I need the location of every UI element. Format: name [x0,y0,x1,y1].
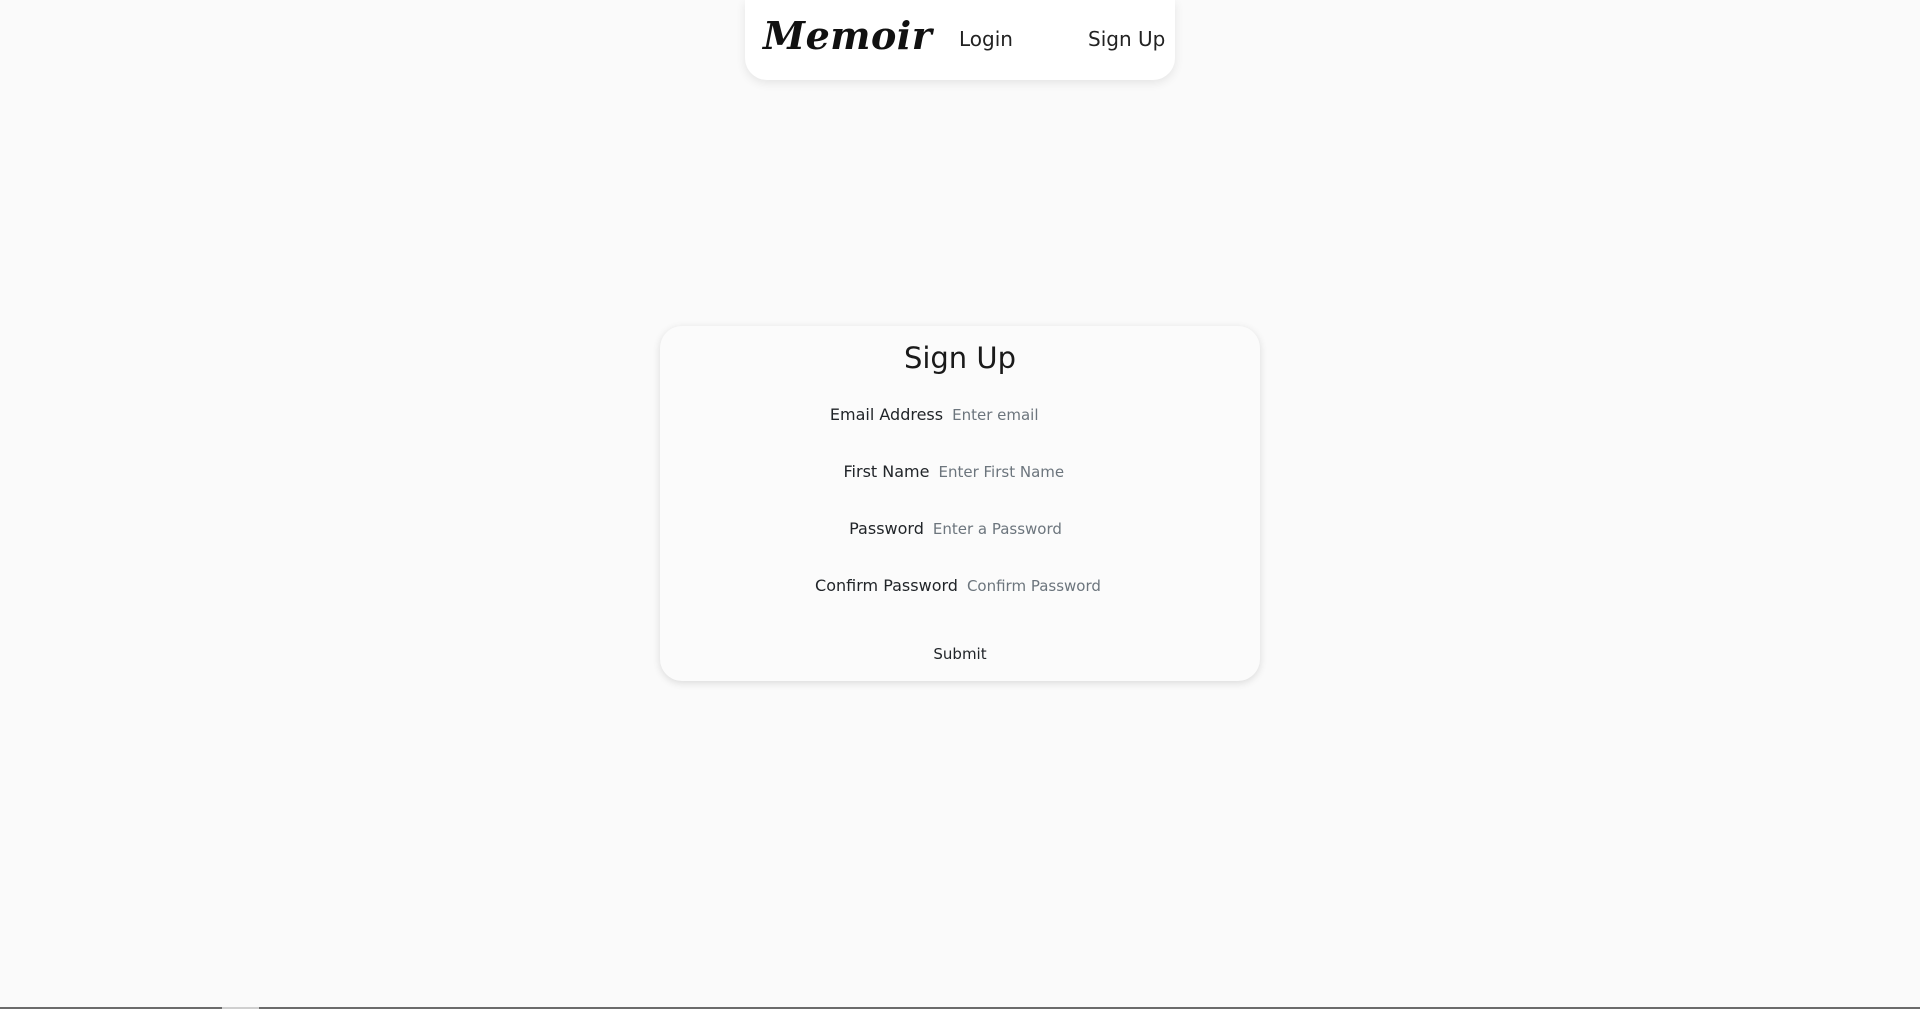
confirm-password-label: Confirm Password [815,576,958,595]
signup-card: Sign Up Email Address First Name Passwor… [660,326,1260,681]
first-name-row: First Name [660,461,1260,483]
first-name-label: First Name [843,462,930,481]
confirm-password-input[interactable] [966,575,1105,597]
nav-signup-link[interactable]: Sign Up [1088,26,1165,52]
email-input[interactable] [952,404,1091,426]
brand-logo[interactable]: Memoir [763,10,932,62]
confirm-password-row: Confirm Password [660,575,1260,597]
email-row: Email Address [660,404,1260,426]
nav-login-link[interactable]: Login [959,26,1013,52]
password-input[interactable] [932,518,1071,540]
password-row: Password [660,518,1260,540]
signup-title: Sign Up [903,341,1017,375]
email-label: Email Address [829,405,944,424]
navbar: Memoir Login Sign Up [745,0,1175,80]
first-name-input[interactable] [938,461,1077,483]
submit-button[interactable]: Submit [910,642,1010,666]
password-label: Password [849,519,924,538]
